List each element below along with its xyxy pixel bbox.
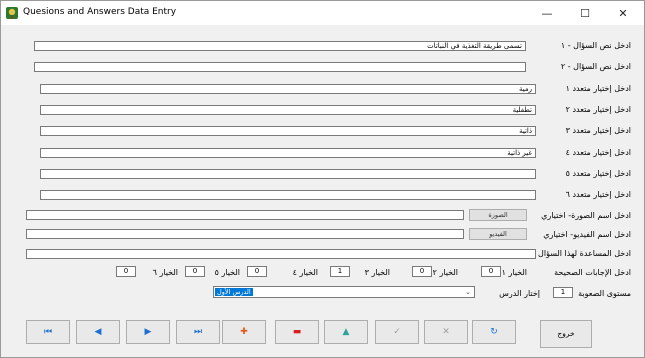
difficulty-input[interactable]: 1 [553,287,573,298]
exit-button[interactable]: خروج [540,320,592,348]
image-label: ادخل اسم الصورة- اختياري [541,211,631,220]
help-label: ادخل المساعدة لهذا السؤال [538,249,631,258]
refresh-icon: ↻ [490,327,498,337]
up-arrow-icon: ▲ [342,327,350,337]
choice4-input[interactable]: غير ذاتية [40,148,536,158]
last-record-button[interactable]: ⏭ [176,320,220,344]
choice5-label: ادخل إختيار متعدد ٥ [565,169,631,178]
next-record-button[interactable]: ▶ [126,320,170,344]
answer1-label: الخيار ١ [501,268,527,277]
image-input[interactable] [26,210,464,220]
minus-icon: ▬ [292,327,302,337]
app-icon [6,7,18,19]
choice6-label: ادخل إختيار متعدد ٦ [565,190,631,199]
prev-record-button[interactable]: ◀ [76,320,120,344]
choice4-label: ادخل إختيار متعدد ٤ [565,148,631,157]
edit-record-button[interactable]: ▲ [324,320,368,344]
next-icon: ▶ [144,327,152,337]
question2-input[interactable] [34,62,526,72]
answer6-label: الخيار ٦ [152,268,178,277]
question1-input[interactable]: تسمى طريقة التغذية في النباتات [34,41,526,51]
check-icon: ✓ [393,327,401,337]
app-window: Quesions and Answers Data Entry — ☐ ✕ [0,0,645,358]
answer3-input[interactable]: 1 [330,266,350,277]
question2-label: ادخل نص السؤال - ٢ [560,62,631,71]
cancel-edit-button[interactable]: ✕ [424,320,468,344]
answers-label: ادخل الإجابات الصحيحة [554,268,631,277]
minimize-button[interactable]: — [529,1,565,25]
choice1-input[interactable]: رمية [40,84,536,94]
choice3-label: ادخل إختيار متعدد ٣ [565,126,631,135]
refresh-button[interactable]: ↻ [472,320,516,344]
chevron-down-icon[interactable]: ⌄ [465,287,471,297]
choice1-label: ادخل إختيار متعدد ١ [565,84,631,93]
question1-label: ادخل نص السؤال - ١ [560,41,631,50]
answer1-input[interactable]: 0 [481,266,501,277]
delete-record-button[interactable]: ▬ [275,320,319,344]
maximize-button[interactable]: ☐ [567,1,603,25]
choice2-input[interactable]: تطفلية [40,105,536,115]
answer2-label: الخيار ٢ [432,268,458,277]
x-icon: ✕ [442,327,450,337]
choice2-label: ادخل إختيار متعدد ٢ [565,105,631,114]
answer5-input[interactable]: 0 [185,266,205,277]
answer3-label: الخيار ٣ [364,268,390,277]
answer5-label: الخيار ٥ [214,268,240,277]
first-icon: ⏮ [43,327,53,337]
image-browse-button[interactable]: الصورة [469,209,527,221]
answer4-label: الخيار ٤ [292,268,318,277]
add-record-button[interactable]: ✚ [222,320,266,344]
answer2-input[interactable]: 0 [412,266,432,277]
choice3-input[interactable]: ذاتية [40,126,536,136]
choice5-input[interactable] [40,169,536,179]
help-input[interactable] [26,249,536,259]
prev-icon: ◀ [94,327,102,337]
first-record-button[interactable]: ⏮ [26,320,70,344]
last-icon: ⏭ [193,327,203,337]
answer4-input[interactable]: 0 [247,266,267,277]
close-button[interactable]: ✕ [605,1,641,25]
difficulty-label: مستوى الصعوبة [578,289,631,298]
plus-icon: ✚ [240,327,248,337]
lesson-selected-value: الدرس الأول [215,288,253,296]
lesson-select[interactable]: الدرس الأول ⌄ [213,286,475,298]
title-bar[interactable]: Quesions and Answers Data Entry — ☐ ✕ [1,1,644,25]
video-input[interactable] [26,229,464,239]
video-label: ادخل اسم الفيديو- اختياري [543,230,631,239]
lesson-label: إختار الدرس [499,289,540,298]
answer6-input[interactable]: 0 [116,266,136,277]
choice6-input[interactable] [40,190,536,200]
post-edit-button[interactable]: ✓ [375,320,419,344]
window-title: Quesions and Answers Data Entry [23,7,177,17]
video-browse-button[interactable]: الفيديو [469,228,527,240]
